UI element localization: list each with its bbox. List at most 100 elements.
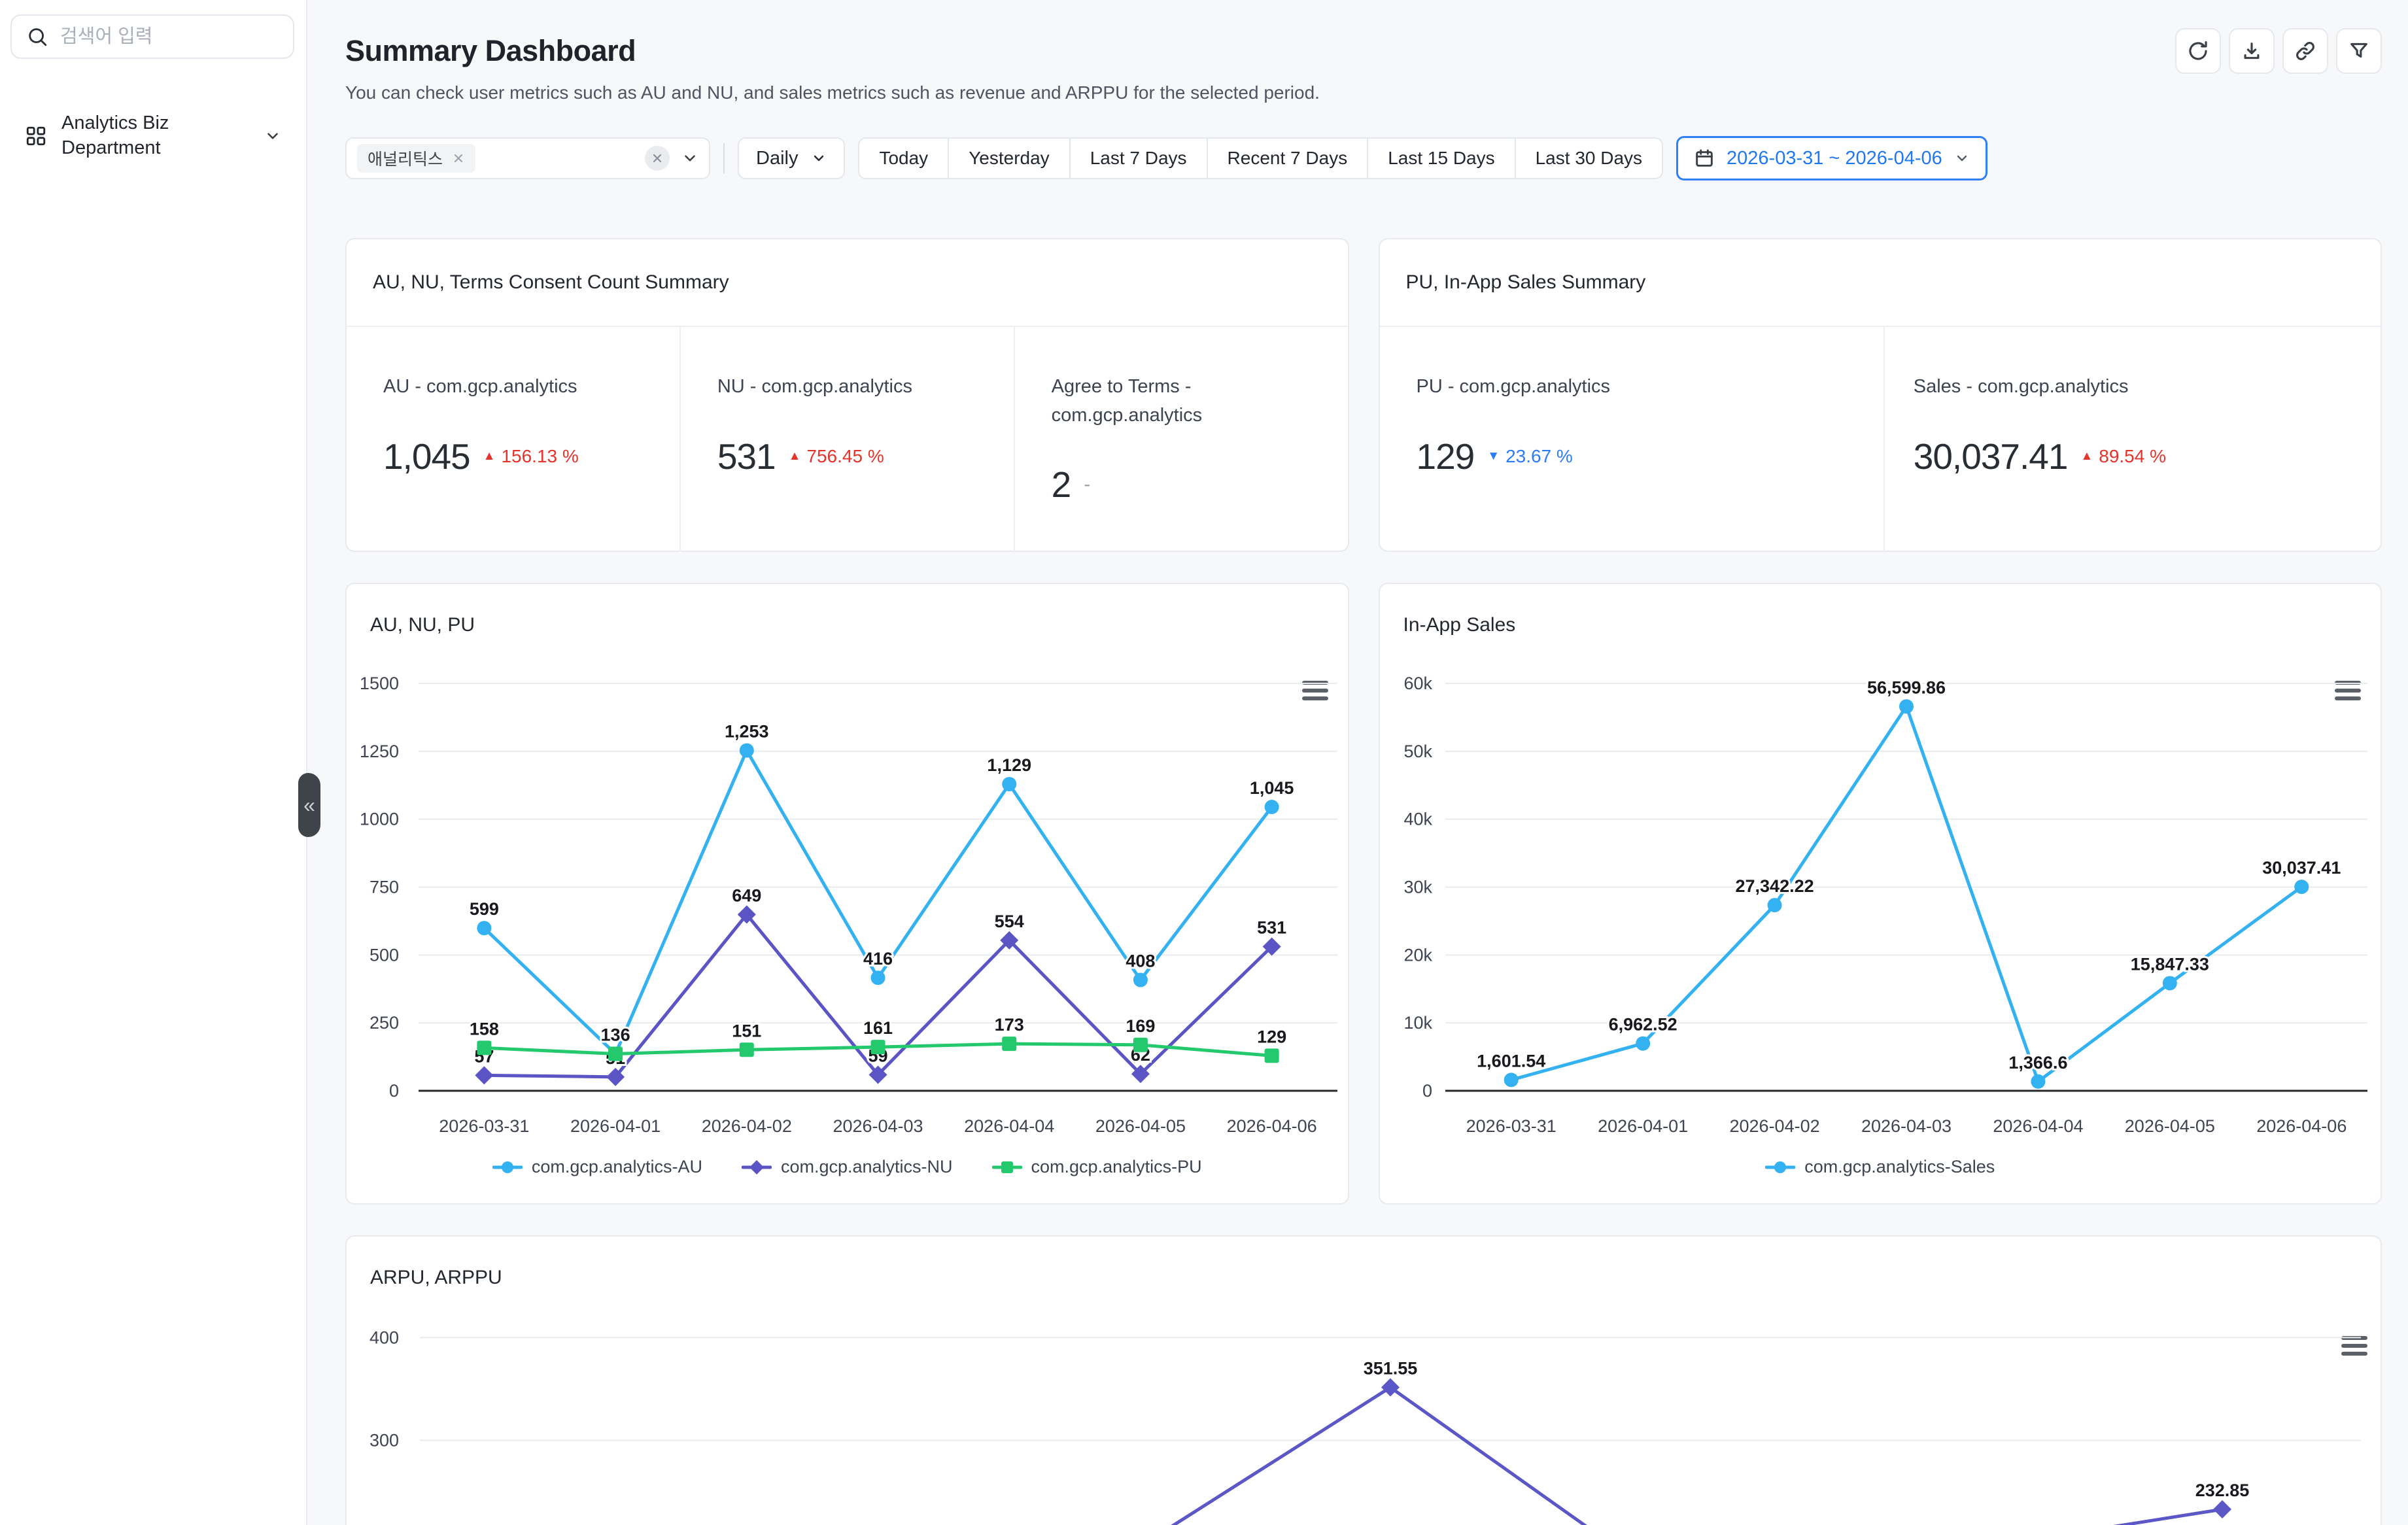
svg-text:20k: 20k xyxy=(1403,945,1432,965)
svg-text:136: 136 xyxy=(601,1025,630,1045)
granularity-value: Daily xyxy=(756,148,798,169)
granularity-select[interactable]: Daily xyxy=(738,137,845,179)
up-triangle-icon: ▲ xyxy=(2080,449,2093,464)
svg-text:1250: 1250 xyxy=(360,742,399,761)
metric-delta: ▼23.67 % xyxy=(1487,446,1573,467)
card-title: PU, In-App Sales Summary xyxy=(1380,239,2381,327)
svg-text:30k: 30k xyxy=(1403,878,1432,897)
metric-label: PU - com.gcp.analytics xyxy=(1417,373,1698,402)
copy-link-button[interactable] xyxy=(2282,28,2328,74)
svg-text:1,366.6: 1,366.6 xyxy=(2008,1053,2067,1072)
svg-text:2026-04-05: 2026-04-05 xyxy=(1095,1116,1186,1136)
preset-last-15-days[interactable]: Last 15 Days xyxy=(1367,139,1514,178)
svg-text:554: 554 xyxy=(995,912,1024,931)
download-icon xyxy=(2241,40,2263,62)
app-multiselect[interactable]: 애널리틱스 xyxy=(345,137,710,179)
svg-text:750: 750 xyxy=(370,878,399,897)
card-title: AU, NU, Terms Consent Count Summary xyxy=(347,239,1348,327)
date-range-picker[interactable]: 2026-03-31 ~ 2026-04-06 xyxy=(1676,136,1987,180)
svg-text:232.85: 232.85 xyxy=(2195,1481,2250,1500)
chart-card-au-nu-pu: AU, NU, PU 02505007501000125015002026-03… xyxy=(345,583,1349,1205)
svg-text:408: 408 xyxy=(1126,951,1155,971)
svg-text:2026-04-01: 2026-04-01 xyxy=(1598,1116,1688,1136)
metric-terms-consent: Agree to Terms - com.gcp.analytics 2 - xyxy=(1014,327,1348,552)
svg-text:1500: 1500 xyxy=(360,674,399,693)
main-content: Summary Dashboard You can check user met… xyxy=(307,0,2408,1525)
preset-last-7-days[interactable]: Last 7 Days xyxy=(1069,139,1207,178)
legend-item[interactable]: com.gcp.analytics-AU xyxy=(492,1157,702,1177)
selected-app-chip[interactable]: 애널리틱스 xyxy=(357,144,475,173)
svg-text:1,129: 1,129 xyxy=(987,755,1031,775)
filter-divider xyxy=(723,143,725,173)
metric-sales: Sales - com.gcp.analytics 30,037.41 ▲89.… xyxy=(1883,327,2381,552)
sidebar-item-analytics-biz-department[interactable]: Analytics Biz Department xyxy=(0,111,306,160)
metric-value: 531 xyxy=(717,436,776,477)
svg-text:129: 129 xyxy=(1257,1027,1286,1046)
up-triangle-icon: ▲ xyxy=(789,449,801,464)
svg-text:1,253: 1,253 xyxy=(725,722,769,742)
svg-text:50k: 50k xyxy=(1403,742,1432,761)
filter-row: 애널리틱스 Daily Today Yesterday Last 7 D xyxy=(345,136,2382,180)
svg-text:30,037.41: 30,037.41 xyxy=(2262,858,2341,878)
svg-text:2026-04-05: 2026-04-05 xyxy=(2124,1116,2214,1136)
legend-item[interactable]: com.gcp.analytics-Sales xyxy=(1765,1157,1995,1177)
preset-today[interactable]: Today xyxy=(859,139,948,178)
sidebar: Analytics Biz Department « xyxy=(0,0,307,1525)
legend-label: com.gcp.analytics-NU xyxy=(781,1157,953,1177)
chart-card-in-app-sales: In-App Sales 010k20k30k40k50k60k2026-03-… xyxy=(1379,583,2382,1205)
preset-last-30-days[interactable]: Last 30 Days xyxy=(1515,139,1662,178)
filter-button[interactable] xyxy=(2336,28,2382,74)
date-preset-group: Today Yesterday Last 7 Days Recent 7 Day… xyxy=(858,137,1663,179)
metric-value: 129 xyxy=(1417,436,1475,477)
header-actions xyxy=(2175,28,2382,74)
svg-text:400: 400 xyxy=(370,1328,399,1347)
svg-text:599: 599 xyxy=(470,899,499,919)
svg-text:2026-04-02: 2026-04-02 xyxy=(702,1116,792,1136)
metric-nu: NU - com.gcp.analytics 531 ▲756.45 % xyxy=(679,327,1014,552)
legend-item[interactable]: com.gcp.analytics-NU xyxy=(742,1157,953,1177)
svg-text:151: 151 xyxy=(732,1021,761,1040)
svg-text:2026-04-03: 2026-04-03 xyxy=(1861,1116,1951,1136)
grid-icon xyxy=(25,125,47,147)
svg-text:2026-04-06: 2026-04-06 xyxy=(2256,1116,2347,1136)
svg-text:6,962.52: 6,962.52 xyxy=(1608,1015,1677,1035)
line-chart-arpu-arppu: 400300351.55232.85 xyxy=(347,1237,2382,1525)
svg-text:531: 531 xyxy=(1257,917,1286,937)
svg-text:27,342.22: 27,342.22 xyxy=(1735,876,1814,896)
chevron-down-icon xyxy=(811,150,827,166)
svg-text:416: 416 xyxy=(863,949,893,968)
svg-text:2026-04-02: 2026-04-02 xyxy=(1729,1116,1819,1136)
page-description: You can check user metrics such as AU an… xyxy=(345,82,2382,103)
charts-row: AU, NU, PU 02505007501000125015002026-03… xyxy=(345,583,2382,1205)
download-button[interactable] xyxy=(2229,28,2275,74)
metrics: PU - com.gcp.analytics 129 ▼23.67 % Sale… xyxy=(1380,327,2381,552)
summary-card-au-nu-terms: AU, NU, Terms Consent Count Summary AU -… xyxy=(345,238,1349,552)
sidebar-collapse-handle[interactable]: « xyxy=(298,773,320,837)
svg-text:56,599.86: 56,599.86 xyxy=(1866,677,1945,697)
svg-text:60k: 60k xyxy=(1403,674,1432,693)
svg-text:250: 250 xyxy=(370,1013,399,1033)
clear-selection-icon[interactable] xyxy=(645,146,670,171)
metric-pu: PU - com.gcp.analytics 129 ▼23.67 % xyxy=(1380,327,1883,552)
svg-text:169: 169 xyxy=(1126,1016,1155,1036)
svg-text:2026-03-31: 2026-03-31 xyxy=(439,1116,529,1136)
refresh-button[interactable] xyxy=(2175,28,2221,74)
chip-remove-icon[interactable] xyxy=(452,152,465,165)
date-range-value: 2026-03-31 ~ 2026-04-06 xyxy=(1727,148,1942,169)
preset-recent-7-days[interactable]: Recent 7 Days xyxy=(1207,139,1367,178)
svg-text:649: 649 xyxy=(732,885,761,905)
svg-text:158: 158 xyxy=(470,1019,499,1038)
preset-yesterday[interactable]: Yesterday xyxy=(948,139,1069,178)
up-triangle-icon: ▲ xyxy=(483,449,496,464)
metric-value: 2 xyxy=(1052,464,1071,505)
legend-item[interactable]: com.gcp.analytics-PU xyxy=(992,1157,1202,1177)
svg-text:1,601.54: 1,601.54 xyxy=(1477,1051,1545,1071)
search-icon xyxy=(26,26,48,48)
refresh-icon xyxy=(2187,40,2209,62)
chevron-down-icon xyxy=(681,150,698,167)
svg-text:300: 300 xyxy=(370,1431,399,1450)
search-input[interactable] xyxy=(60,26,279,48)
metric-delta: ▲89.54 % xyxy=(2080,446,2166,467)
metric-delta: - xyxy=(1084,473,1090,496)
metric-au: AU - com.gcp.analytics 1,045 ▲156.13 % xyxy=(347,327,679,552)
